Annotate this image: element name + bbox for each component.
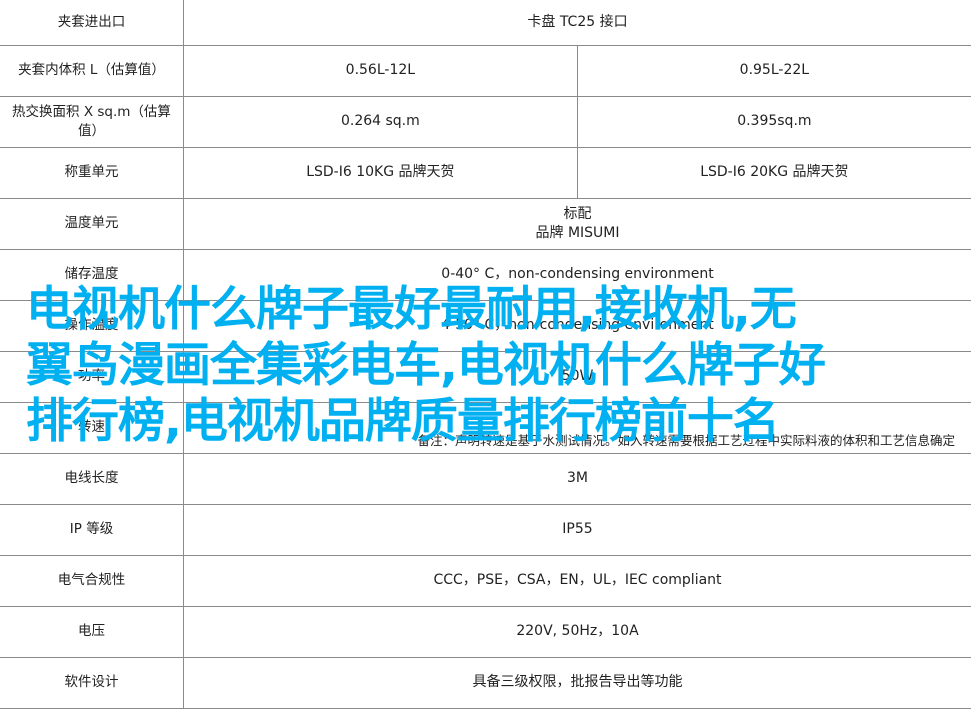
table-row: 电压 220V, 50Hz，10A [0,606,971,658]
overlay-line-2: 翼鸟漫画全集彩电车,电视机什么牌子好 [26,338,826,393]
row-label: 电压 [0,606,184,658]
row-value-left: 0.264 sq.m [183,96,578,148]
overlay-line-1: 电视机什么牌子最好最耐用,接收机,无 [26,282,797,337]
row-value-line2: 品牌 MISUMI [535,224,620,241]
table-row: 夹套内体积 L（估算值） 0.56L-12L 0.95L-22L [0,45,971,97]
row-label: IP 等级 [0,504,184,556]
row-label: 温度单元 [0,198,184,250]
table-row: 夹套进出口 卡盘 TC25 接口 [0,0,971,46]
row-value-line1: 标配 [563,205,592,222]
row-value: IP55 [183,504,971,556]
table-row: 电气合规性 CCC，PSE，CSA，EN，UL，IEC compliant [0,555,971,607]
row-label: 电线长度 [0,453,184,505]
row-value: 220V, 50Hz，10A [183,606,971,658]
row-value-left: LSD-I6 10KG 品牌天贺 [183,147,578,199]
table-row: 称重单元 LSD-I6 10KG 品牌天贺 LSD-I6 20KG 品牌天贺 [0,147,971,199]
row-value: 3M [183,453,971,505]
row-value-left: 0.56L-12L [183,45,578,97]
row-value: CCC，PSE，CSA，EN，UL，IEC compliant [183,555,971,607]
table-row: 软件设计 具备三级权限，批报告导出等功能 [0,657,971,709]
row-label: 夹套内体积 L（估算值） [0,45,184,97]
row-label: 称重单元 [0,147,184,199]
row-value-right: 0.95L-22L [577,45,971,97]
row-value: 具备三级权限，批报告导出等功能 [183,657,971,709]
row-label: 夹套进出口 [0,0,184,46]
row-label: 热交换面积 X sq.m（估算值） [0,96,184,148]
table-row: 热交换面积 X sq.m（估算值） 0.264 sq.m 0.395sq.m [0,96,971,148]
overlay-line-3: 排行榜,电视机品牌质量排行榜前十名 [26,394,780,449]
row-value: 卡盘 TC25 接口 [183,0,971,46]
overlay-headline: 电视机什么牌子最好最耐用,接收机,无 翼鸟漫画全集彩电车,电视机什么牌子好 排行… [26,282,926,450]
row-label: 软件设计 [0,657,184,709]
table-row: 温度单元 标配 品牌 MISUMI [0,198,971,250]
row-value-right: LSD-I6 20KG 品牌天贺 [577,147,971,199]
table-row: IP 等级 IP55 [0,504,971,556]
table-row: 电线长度 3M [0,453,971,505]
row-value: 标配 品牌 MISUMI [183,198,971,250]
row-value-right: 0.395sq.m [577,96,971,148]
row-label: 电气合规性 [0,555,184,607]
